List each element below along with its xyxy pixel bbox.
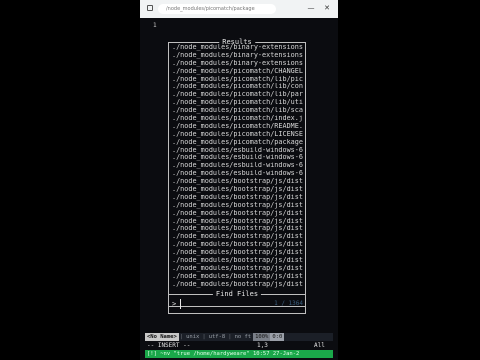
insert-mode: -- INSERT -- <box>147 342 191 349</box>
result-item[interactable]: ./node_modules/esbuild-windows-6 <box>172 170 304 178</box>
buffer-name: <No Name> <box>145 333 179 341</box>
match-count: 1 / 1364 <box>274 300 303 307</box>
line-number: 1 <box>153 22 157 29</box>
scroll-percent: 100% <box>253 333 271 341</box>
result-item[interactable]: ./node_modules/bootstrap/js/dist <box>172 241 304 249</box>
results-list: ./node_modules/binary-extensions ./node_m… <box>172 44 304 289</box>
scroll-indicator: All <box>314 342 325 349</box>
result-item[interactable]: ./node_modules/bootstrap/js/dist <box>172 186 304 194</box>
address-bar[interactable]: /node_modules/picomatch/package <box>158 4 276 14</box>
find-files-title: Find Files <box>212 290 262 299</box>
result-item[interactable]: ./node_modules/picomatch/lib/sca <box>172 107 304 115</box>
result-item[interactable]: ./node_modules/picomatch/lib/pic <box>172 76 304 84</box>
cursor-line-col: 1,3 <box>257 342 268 349</box>
phone-screen: /node_modules/picomatch/package — ✕ 1 Re… <box>140 0 338 360</box>
result-item[interactable]: ./node_modules/bootstrap/js/dist <box>172 273 304 281</box>
result-item[interactable]: ./node_modules/bootstrap/js/dist <box>172 178 304 186</box>
result-item[interactable]: ./node_modules/bootstrap/js/dist <box>172 194 304 202</box>
result-item[interactable]: ./node_modules/picomatch/package <box>172 139 304 147</box>
result-item[interactable]: ./node_modules/picomatch/lib/con <box>172 83 304 91</box>
file-format: unix <box>186 334 200 340</box>
statusline: <No Name> | unix | utf-8 | no ft 100% 0:0 <box>145 333 333 341</box>
terminal[interactable]: 1 Results ./node_modules/binary-extensio… <box>140 18 338 360</box>
file-type: no ft <box>234 334 252 340</box>
result-item[interactable]: ./node_modules/bootstrap/js/dist <box>172 265 304 273</box>
site-info-icon[interactable] <box>147 5 153 11</box>
result-item[interactable]: ./node_modules/binary-extensions <box>172 60 304 68</box>
result-item[interactable]: ./node_modules/bootstrap/js/dist <box>172 210 304 218</box>
minimize-icon[interactable]: — <box>306 3 316 13</box>
result-item[interactable]: ./node_modules/picomatch/lib/par <box>172 91 304 99</box>
result-item[interactable]: ./node_modules/bootstrap/js/dist <box>172 249 304 257</box>
result-item[interactable]: ./node_modules/esbuild-windows-6 <box>172 147 304 155</box>
result-item[interactable]: ./node_modules/binary-extensions <box>172 44 304 52</box>
result-item[interactable]: ./node_modules/bootstrap/js/dist <box>172 257 304 265</box>
result-item[interactable]: ./node_modules/picomatch/LICENSE <box>172 131 304 139</box>
close-icon[interactable]: ✕ <box>322 3 332 13</box>
text-cursor <box>180 299 181 309</box>
result-item[interactable]: ./node_modules/bootstrap/js/dist <box>172 202 304 210</box>
results-panel: Results ./node_modules/binary-extensions… <box>168 38 306 307</box>
result-item[interactable]: ./node_modules/bootstrap/js/dist <box>172 281 304 289</box>
result-item[interactable]: ./node_modules/binary-extensions <box>172 52 304 60</box>
result-item[interactable]: ./node_modules/picomatch/index.j <box>172 115 304 123</box>
mode-line: -- INSERT -- 1,3 All <box>147 342 331 349</box>
result-item[interactable]: ./node_modules/bootstrap/js/dist <box>172 218 304 226</box>
result-item[interactable]: ./node_modules/esbuild-windows-6 <box>172 162 304 170</box>
result-item[interactable]: ./node_modules/picomatch/README. <box>172 123 304 131</box>
result-item[interactable]: ./node_modules/bootstrap/js/dist <box>172 233 304 241</box>
search-prompt: > <box>172 300 177 308</box>
browser-chrome: /node_modules/picomatch/package — ✕ <box>140 0 338 19</box>
result-item[interactable]: ./node_modules/picomatch/lib/uti <box>172 99 304 107</box>
result-item[interactable]: ./node_modules/picomatch/CHANGEL <box>172 68 304 76</box>
cursor-position: 0:0 <box>270 333 285 341</box>
result-item[interactable]: ./node_modules/esbuild-windows-6 <box>172 154 304 162</box>
command-line[interactable]: [!] ~nv "true /home/hardyweare" 10:57 27… <box>145 350 333 358</box>
find-files-panel[interactable]: Find Files > 1 / 1364 <box>168 290 306 314</box>
result-item[interactable]: ./node_modules/bootstrap/js/dist <box>172 225 304 233</box>
file-encoding: utf-8 <box>208 334 226 340</box>
